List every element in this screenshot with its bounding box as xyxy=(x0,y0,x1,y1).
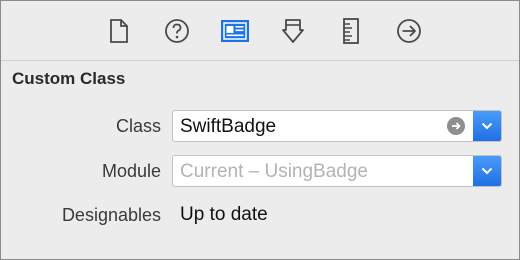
connections-inspector-button[interactable] xyxy=(394,16,424,46)
class-row: Class SwiftBadge xyxy=(1,110,519,142)
module-dropdown-button[interactable] xyxy=(473,156,501,186)
size-inspector-icon xyxy=(342,17,360,44)
designables-label: Designables xyxy=(61,205,161,225)
chevron-down-icon xyxy=(481,167,493,175)
identity-inspector-panel: Custom Class Class SwiftBadge Module Cur… xyxy=(0,0,520,260)
inspector-toolbar xyxy=(1,1,519,61)
quick-help-icon xyxy=(164,18,190,44)
class-field[interactable]: SwiftBadge xyxy=(180,116,276,138)
custom-class-heading: Custom Class xyxy=(12,69,126,88)
file-inspector-button[interactable] xyxy=(104,16,134,46)
identity-inspector-button[interactable] xyxy=(220,16,250,46)
size-inspector-button[interactable] xyxy=(336,16,366,46)
class-label: Class xyxy=(115,116,161,136)
class-combo-box[interactable]: SwiftBadge xyxy=(172,110,502,142)
file-inspector-icon xyxy=(108,18,130,44)
attributes-inspector-button[interactable] xyxy=(278,16,308,46)
identity-inspector-icon xyxy=(220,19,250,43)
designables-row: Designables Up to date xyxy=(1,199,519,231)
module-combo-box[interactable]: Current – UsingBadge xyxy=(172,155,502,187)
chevron-down-icon xyxy=(481,122,493,130)
module-field[interactable]: Current – UsingBadge xyxy=(180,161,368,183)
connections-inspector-icon xyxy=(396,18,422,44)
go-to-class-button[interactable] xyxy=(447,117,465,135)
quick-help-button[interactable] xyxy=(162,16,192,46)
module-row: Module Current – UsingBadge xyxy=(1,155,519,187)
attributes-inspector-icon xyxy=(281,18,305,44)
designables-status: Up to date xyxy=(180,204,268,225)
arrow-right-icon xyxy=(452,122,461,130)
class-dropdown-button[interactable] xyxy=(473,111,501,141)
module-label: Module xyxy=(101,161,161,181)
